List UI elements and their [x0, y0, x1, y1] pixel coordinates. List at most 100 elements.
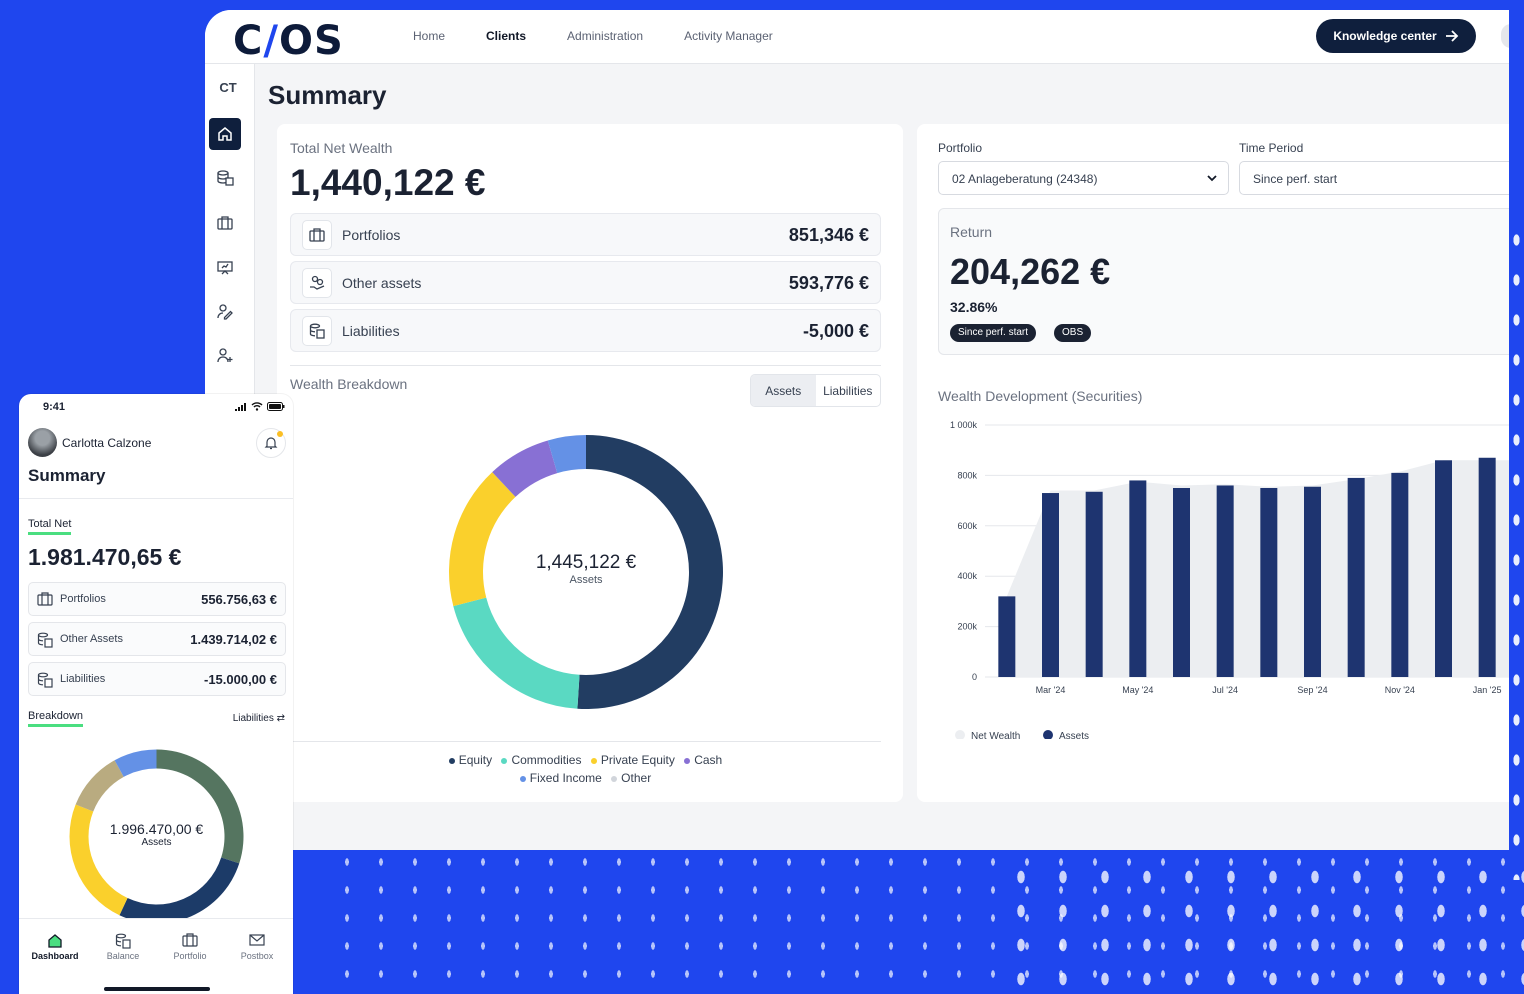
knowledge-center-button[interactable]: Knowledge center [1316, 19, 1476, 53]
asset-bar[interactable] [1304, 486, 1321, 677]
tab-bar: Dashboard Balance Portfolio Postbox [19, 918, 293, 994]
time-period-label: Time Period [1239, 141, 1304, 155]
sidebar-item-home[interactable] [209, 118, 241, 150]
mobile-portfolios-row[interactable]: Portfolios 556.756,63 € [28, 582, 286, 616]
logo[interactable]: C/OS [233, 18, 344, 64]
legend-divider [290, 741, 881, 742]
portfolios-row[interactable]: Portfolios 851,346 € [290, 213, 881, 256]
toggle-assets[interactable]: Assets [751, 375, 816, 406]
donut-slice-commodities[interactable] [453, 597, 580, 709]
user-name: Carlotta Calzone [62, 436, 152, 450]
user-edit-icon [217, 304, 233, 320]
legend-other[interactable]: Other [611, 771, 651, 785]
dot-pattern-large [1000, 860, 1524, 994]
legend-commodities[interactable]: Commodities [501, 753, 581, 767]
time-period-value: Since perf. start [1253, 172, 1338, 186]
assets-liabilities-toggle: Assets Liabilities [750, 374, 881, 407]
breakdown-legend: Equity Commodities Private Equity Cash [290, 753, 881, 767]
profile-avatar[interactable] [1501, 24, 1509, 48]
coins-stack-icon [37, 672, 53, 688]
wealth-development-chart: 0 200k 400k 600k 800k 1 000k Mar '24 May '24 Ju… [950, 420, 1509, 739]
performance-card: Portfolio 02 Anlageberatung (24348) Time… [917, 124, 1509, 802]
mobile-other-assets-label: Other Assets [60, 633, 123, 645]
tab-balance-label: Balance [106, 951, 140, 961]
tab-portfolio-label: Portfolio [173, 951, 207, 961]
mobile-portfolios-value: 556.756,63 € [201, 592, 277, 607]
legend-assets[interactable]: Assets [1059, 731, 1089, 739]
nav-clients[interactable]: Clients [486, 29, 526, 43]
x-tick-label: Nov '24 [1385, 685, 1415, 695]
legend-equity[interactable]: Equity [448, 753, 492, 767]
return-box: Return 204,262 € 32.86% Since perf. star… [938, 208, 1509, 355]
asset-bar[interactable] [1042, 493, 1059, 677]
tab-dashboard-label: Dashboard [31, 951, 79, 961]
legend-net-wealth-dot [955, 730, 965, 739]
mobile-other-assets-row[interactable]: Other Assets 1.439.714,02 € [28, 622, 286, 656]
other-assets-value: 593,776 € [788, 273, 869, 293]
portfolio-select[interactable]: 02 Anlageberatung (24348) [938, 161, 1229, 195]
asset-bar[interactable] [1129, 480, 1147, 677]
breakdown-tab[interactable]: Breakdown [28, 710, 84, 727]
nav-administration[interactable]: Administration [567, 29, 643, 43]
knowledge-center-label: Knowledge center [1333, 29, 1437, 43]
nav-home[interactable]: Home [413, 29, 445, 43]
coins-stack-icon [302, 316, 332, 346]
presentation-icon [217, 261, 233, 275]
donut-total-value: 1,445,122 € [535, 552, 637, 573]
legend-cash[interactable]: Cash [684, 753, 722, 767]
nav-activity-manager[interactable]: Activity Manager [684, 29, 773, 43]
page-title: Summary [268, 80, 387, 110]
wealth-development-title: Wealth Development (Securities) [938, 388, 1143, 404]
legend-private-equity[interactable]: Private Equity [590, 753, 675, 767]
liabilities-switch[interactable]: Liabilities ⇄ [233, 713, 285, 724]
tab-portfolio[interactable]: Portfolio [160, 933, 220, 961]
legend-fixed-income[interactable]: Fixed Income [519, 771, 602, 785]
asset-bar[interactable] [1085, 491, 1103, 677]
total-net-tab[interactable]: Total Net [28, 518, 72, 535]
asset-bar[interactable] [1435, 460, 1452, 677]
arrow-right-icon [1445, 30, 1458, 42]
sidebar-item-user-edit[interactable] [209, 296, 241, 328]
mobile-liabilities-row[interactable]: Liabilities -15.000,00 € [28, 662, 286, 696]
asset-bar[interactable] [1216, 485, 1234, 677]
legend-assets-dot [1043, 730, 1053, 739]
briefcase-icon [302, 220, 332, 250]
sidebar-item-balance[interactable] [209, 162, 241, 194]
home-indicator [104, 987, 210, 991]
desktop-window: C/OS Home Clients Administration Activit… [205, 10, 1509, 850]
mobile-donut-chart: 1.996.470,00 € Assets [69, 749, 244, 924]
mobile-donut-slice-segment-2[interactable] [119, 857, 240, 924]
mobile-donut-slice-segment-4[interactable] [75, 760, 124, 812]
client-initials[interactable]: CT [205, 80, 251, 95]
tab-balance[interactable]: Balance [93, 933, 153, 961]
mobile-total-value: 1.981.470,65 € [28, 544, 182, 570]
user-avatar[interactable] [28, 428, 57, 457]
mobile-donut-value: 1.996.470,00 € [109, 821, 204, 837]
sidebar-item-portfolio[interactable] [209, 207, 241, 239]
liabilities-row[interactable]: Liabilities -5,000 € [290, 309, 881, 352]
liabilities-label: Liabilities [342, 323, 400, 339]
sidebar-item-user-add[interactable] [209, 340, 241, 372]
portfolio-icon [217, 216, 233, 230]
y-tick-label: 800k [957, 470, 977, 480]
asset-bar[interactable] [1478, 457, 1496, 677]
briefcase-icon [37, 592, 53, 606]
toggle-liabilities[interactable]: Liabilities [816, 375, 881, 406]
tab-dashboard[interactable]: Dashboard [25, 933, 85, 961]
balance-icon [115, 933, 131, 949]
asset-bar[interactable] [1260, 488, 1278, 677]
mobile-liabilities-label: Liabilities [60, 673, 106, 685]
asset-bar[interactable] [1173, 488, 1190, 677]
notifications-button[interactable] [256, 428, 286, 458]
time-period-select[interactable]: Since perf. start [1239, 161, 1509, 195]
asset-bar[interactable] [1391, 472, 1409, 677]
other-assets-row[interactable]: Other assets 593,776 € [290, 261, 881, 304]
y-tick-label: 400k [957, 571, 977, 581]
asset-bar[interactable] [998, 596, 1016, 677]
donut-center: 1,445,122 € Assets [448, 552, 724, 586]
asset-bar[interactable] [1347, 477, 1365, 677]
sidebar-item-presentation[interactable] [209, 252, 241, 284]
tab-postbox[interactable]: Postbox [227, 933, 287, 961]
return-label: Return [950, 224, 993, 240]
legend-net-wealth[interactable]: Net Wealth [971, 731, 1020, 739]
